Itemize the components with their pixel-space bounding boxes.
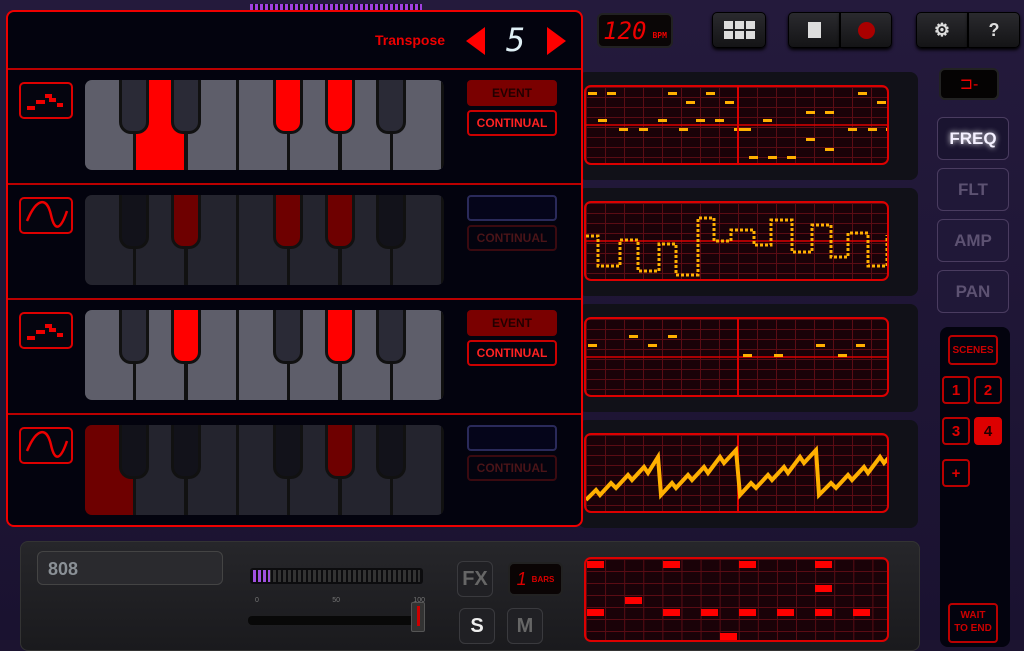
key-row: CONTINUAL (8, 413, 581, 528)
level-meter (250, 568, 423, 584)
fx-button[interactable]: FX (457, 561, 493, 597)
transpose-up-button[interactable] (547, 27, 566, 55)
black-key-Asharp[interactable] (375, 425, 406, 479)
transpose-down-button[interactable] (466, 27, 485, 55)
gear-icon: ⚙ (933, 19, 951, 40)
tab-freq[interactable]: FREQ (937, 117, 1009, 160)
scale-50: 50 (332, 597, 340, 604)
black-key-Csharp[interactable] (119, 425, 150, 479)
step-sequencer-grid[interactable] (584, 557, 889, 642)
level-fill (253, 570, 270, 582)
note-pattern (586, 87, 887, 163)
track-name-field[interactable]: 808 (37, 551, 223, 585)
bars-label: BARS (531, 574, 555, 584)
piano-keyboard (85, 195, 444, 285)
notes-icon[interactable] (19, 312, 73, 349)
note-pattern (586, 319, 887, 395)
bars-display[interactable]: 1 BARS (508, 562, 563, 596)
black-key-Fsharp[interactable] (273, 195, 304, 249)
black-key-Dsharp[interactable] (170, 310, 201, 364)
black-key-Gsharp[interactable] (324, 80, 355, 134)
black-key-Dsharp[interactable] (170, 80, 201, 134)
scope-notes-1[interactable] (584, 85, 889, 165)
tempo-value: 120 (603, 16, 647, 45)
stepped-wave (586, 216, 887, 277)
tuning-fork-button[interactable]: ⊐- (939, 68, 999, 100)
piano-keyboard (85, 80, 444, 170)
tab-pan[interactable]: PAN (937, 270, 1009, 313)
volume-scale: 0 50 100 (255, 597, 425, 604)
black-key-Fsharp[interactable] (273, 310, 304, 364)
grid-icon (723, 21, 755, 39)
black-key-Dsharp[interactable] (170, 425, 201, 479)
scene-2-button[interactable]: 2 (974, 376, 1002, 404)
key-mapping-panel: Transpose 5 EVENT CONTINUAL CONTINUAL EV… (6, 10, 583, 527)
key-row: EVENT CONTINUAL (8, 68, 581, 183)
transpose-value: 5 (506, 21, 526, 59)
scenes-button[interactable]: SCENES (948, 335, 998, 365)
tempo-unit: BPM (652, 31, 667, 40)
notes-icon[interactable] (19, 82, 73, 119)
stop-icon (807, 22, 821, 38)
event-button[interactable] (467, 195, 557, 221)
continual-button[interactable]: CONTINUAL (467, 225, 557, 251)
solo-button[interactable]: S (459, 608, 495, 644)
step-pattern (587, 561, 870, 640)
key-row: CONTINUAL (8, 183, 581, 298)
continual-button[interactable]: CONTINUAL (467, 110, 557, 136)
black-key-Asharp[interactable] (375, 80, 406, 134)
bars-value: 1 (516, 568, 527, 589)
scale-0: 0 (255, 597, 259, 604)
black-key-Asharp[interactable] (375, 195, 406, 249)
record-button[interactable] (840, 12, 892, 48)
event-button[interactable]: EVENT (467, 310, 557, 336)
piano-keyboard (85, 425, 444, 515)
stop-button[interactable] (788, 12, 840, 48)
help-icon: ? (988, 19, 1000, 40)
wait-label: WAIT (960, 610, 986, 621)
mute-button[interactable]: M (507, 608, 543, 644)
piano-keyboard (85, 310, 444, 400)
tab-amp[interactable]: AMP (937, 219, 1009, 262)
settings-button[interactable]: ⚙ (916, 12, 968, 48)
tempo-display[interactable]: 120 BPM (597, 13, 673, 48)
help-button[interactable]: ? (968, 12, 1020, 48)
volume-slider-handle[interactable] (411, 602, 425, 632)
tab-flt[interactable]: FLT (937, 168, 1009, 211)
scope-wave-4[interactable] (584, 433, 889, 513)
black-key-Fsharp[interactable] (273, 425, 304, 479)
black-key-Asharp[interactable] (375, 310, 406, 364)
to-end-label: TO END (954, 623, 992, 634)
black-key-Fsharp[interactable] (273, 80, 304, 134)
scope-wave-2[interactable] (584, 201, 889, 281)
add-scene-button[interactable]: + (942, 459, 970, 487)
scope-notes-3[interactable] (584, 317, 889, 397)
black-key-Csharp[interactable] (119, 310, 150, 364)
event-button[interactable]: EVENT (467, 80, 557, 106)
black-key-Gsharp[interactable] (324, 195, 355, 249)
black-key-Dsharp[interactable] (170, 195, 201, 249)
black-key-Csharp[interactable] (119, 80, 150, 134)
black-key-Gsharp[interactable] (324, 425, 355, 479)
continual-button[interactable]: CONTINUAL (467, 455, 557, 481)
sine-wave-icon[interactable] (19, 427, 73, 464)
scene-1-button[interactable]: 1 (942, 376, 970, 404)
event-button[interactable] (467, 425, 557, 451)
sine-wave-icon[interactable] (19, 197, 73, 234)
key-row: EVENT CONTINUAL (8, 298, 581, 413)
black-key-Gsharp[interactable] (324, 310, 355, 364)
record-icon (857, 21, 875, 39)
tuning-fork-icon: ⊐- (959, 76, 979, 93)
volume-slider[interactable] (248, 616, 423, 625)
continual-button[interactable]: CONTINUAL (467, 340, 557, 366)
saw-wave (586, 435, 887, 511)
scenes-panel (940, 327, 1010, 647)
black-key-Csharp[interactable] (119, 195, 150, 249)
transpose-label: Transpose (375, 32, 446, 48)
pattern-grid-button[interactable] (712, 12, 766, 48)
scene-4-button[interactable]: 4 (974, 417, 1002, 445)
scene-3-button[interactable]: 3 (942, 417, 970, 445)
wait-to-end-button[interactable]: WAIT TO END (948, 603, 998, 643)
